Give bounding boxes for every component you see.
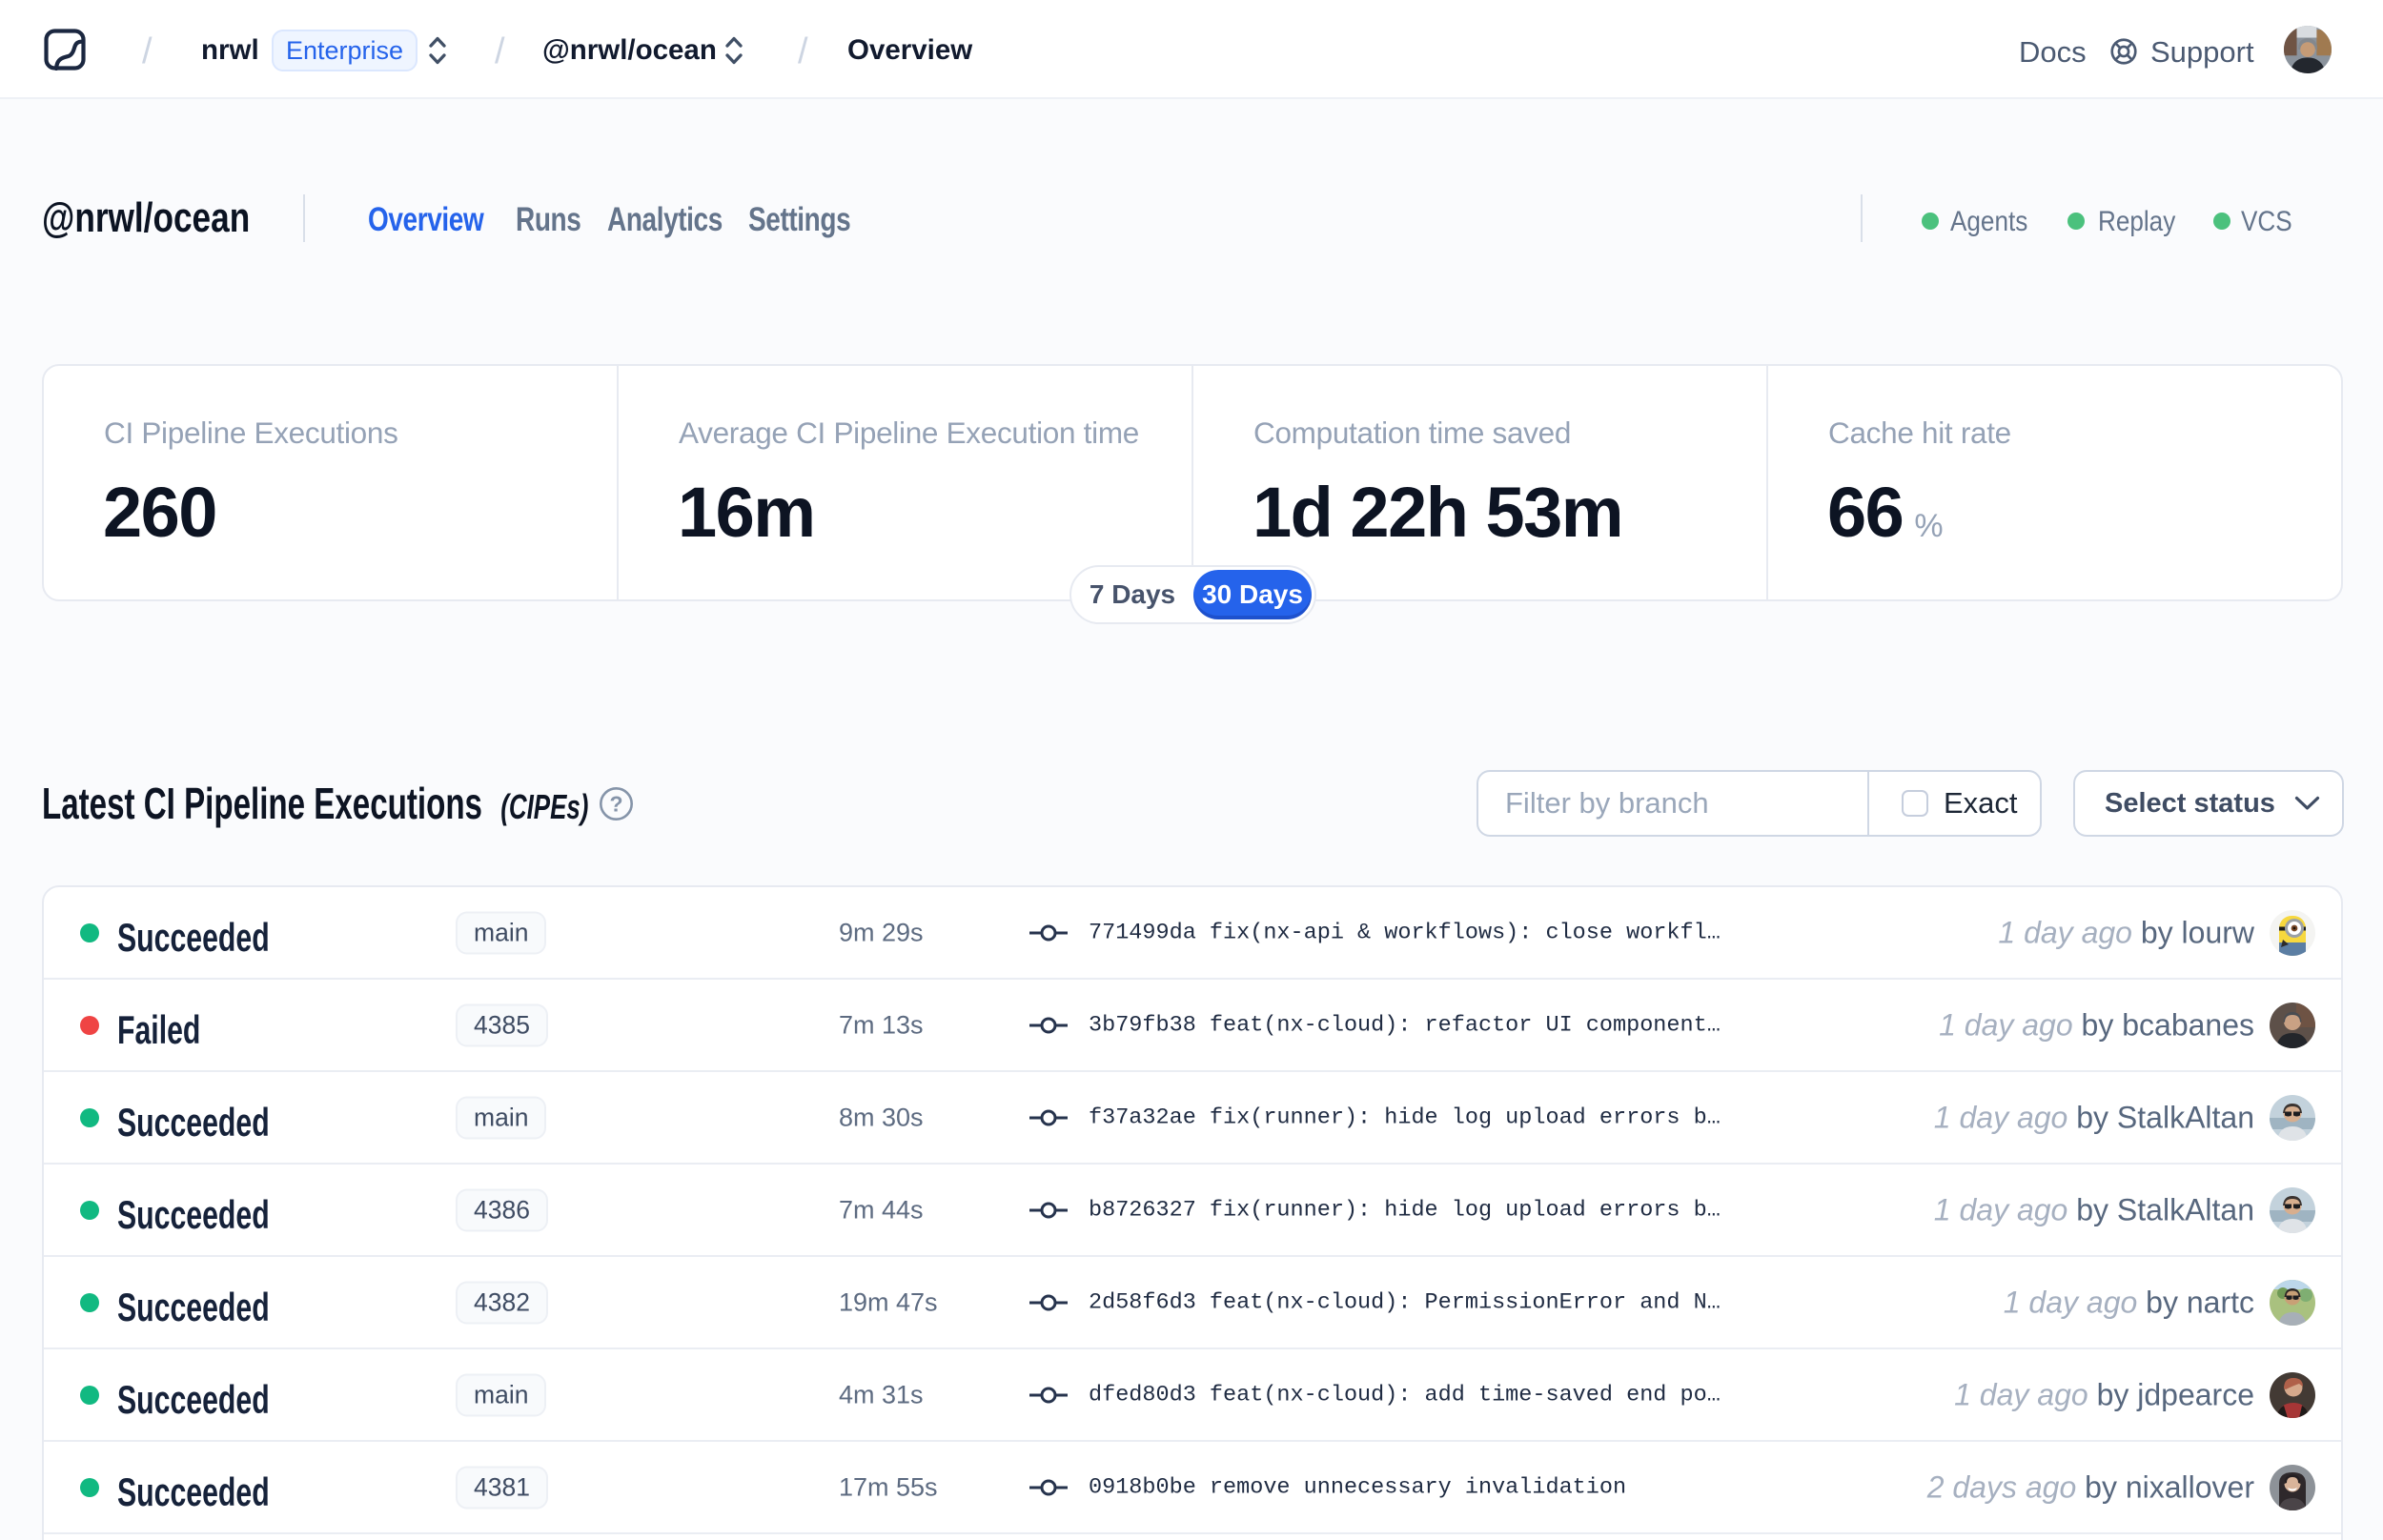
svg-text:?: ?: [609, 792, 622, 817]
